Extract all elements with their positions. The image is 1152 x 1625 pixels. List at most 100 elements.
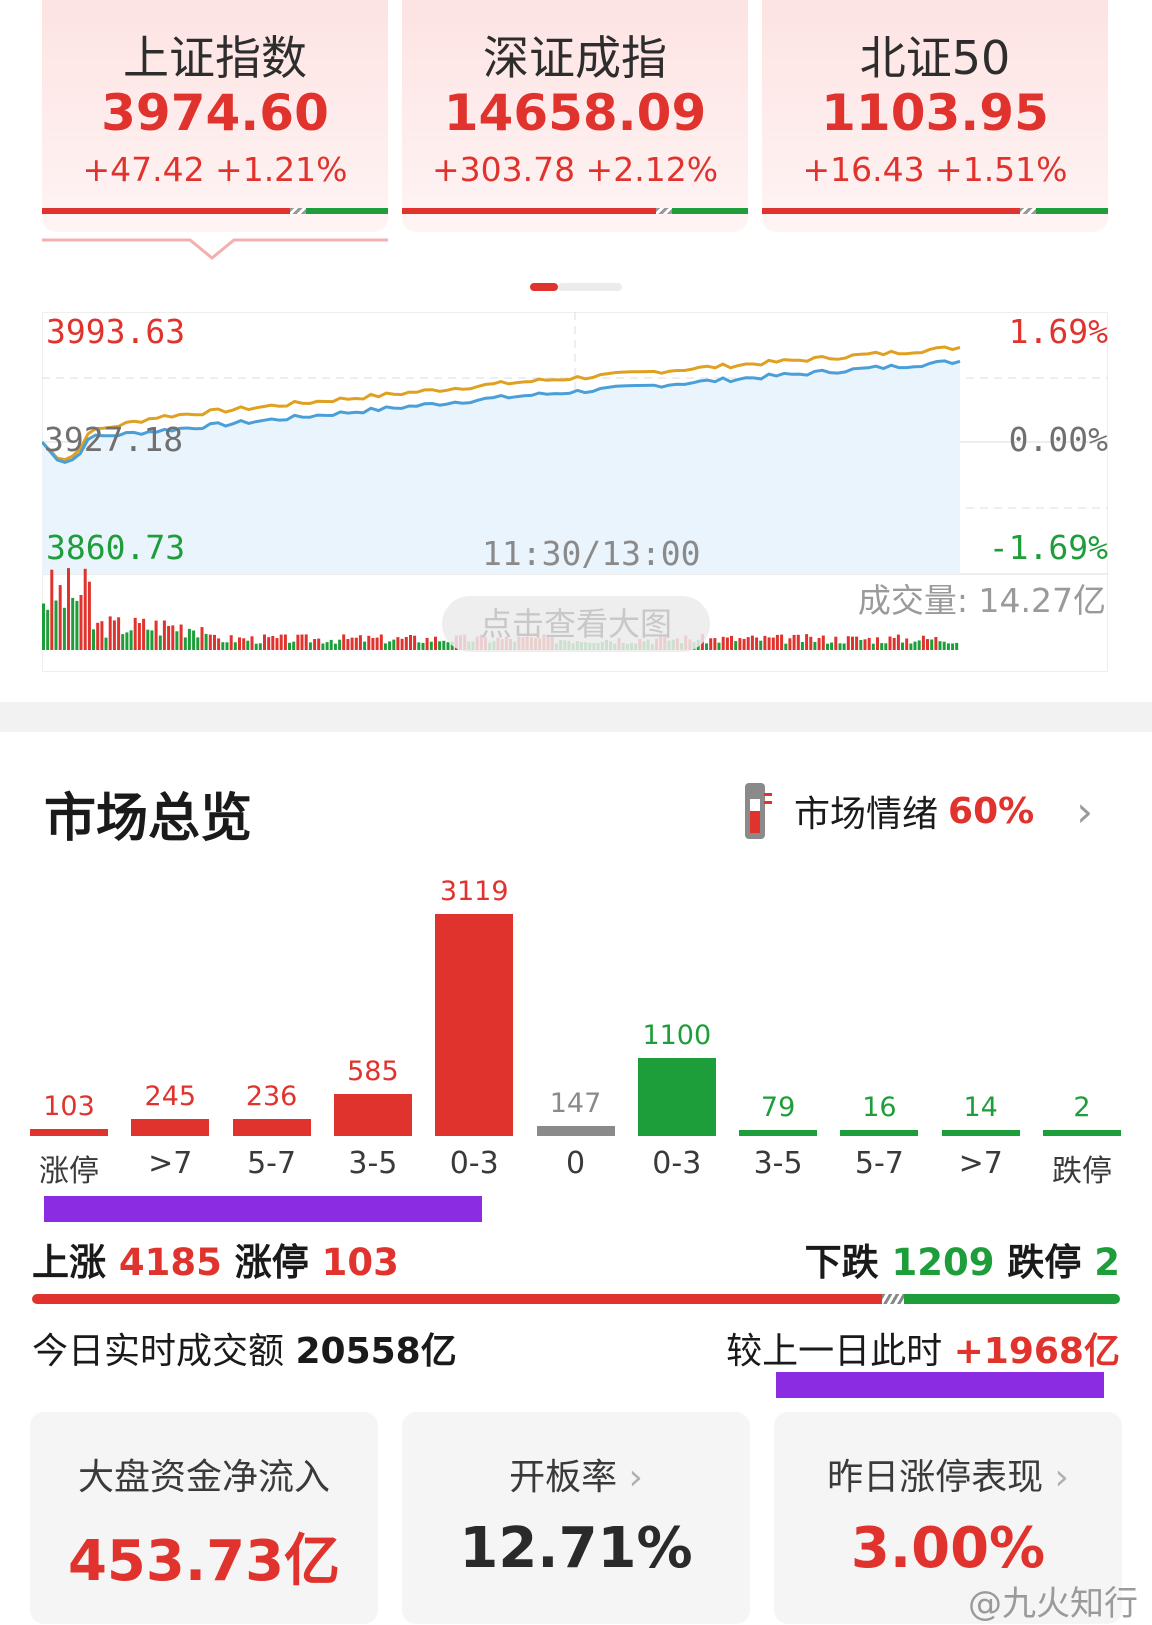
volume-bar bbox=[834, 636, 838, 650]
bar-value-label: 1100 bbox=[642, 1020, 712, 1051]
volume-bar bbox=[721, 636, 725, 650]
volume-bar bbox=[333, 643, 337, 650]
volume-bar bbox=[421, 642, 425, 650]
volume-bar bbox=[162, 620, 166, 650]
index-name: 上证指数 bbox=[123, 31, 307, 85]
volume-bar bbox=[296, 634, 300, 650]
volume-bar bbox=[254, 643, 258, 650]
volume-bar bbox=[946, 643, 950, 650]
volume-bar bbox=[142, 618, 146, 650]
volume-bar bbox=[83, 568, 87, 650]
volume-bar bbox=[771, 637, 775, 650]
pct-mid-label: 0.00% bbox=[1008, 420, 1108, 459]
volume-bar bbox=[267, 637, 271, 650]
market-mood-link[interactable]: 市场情绪 60% › bbox=[742, 776, 1093, 846]
volume-bar bbox=[54, 600, 58, 650]
volume-bar bbox=[838, 643, 842, 650]
bar-category-label: 3-5 bbox=[348, 1146, 398, 1181]
price-high-label: 3993.63 bbox=[46, 312, 186, 351]
volume-bar bbox=[292, 641, 296, 650]
volume-bar bbox=[221, 642, 225, 650]
volume-bar bbox=[279, 634, 283, 650]
volume-bar bbox=[383, 643, 387, 650]
bar-value-label: 585 bbox=[347, 1056, 399, 1087]
volume-bar bbox=[813, 641, 817, 650]
volume-bar bbox=[884, 643, 888, 650]
volume-bar bbox=[371, 638, 375, 650]
compare-label: 较上一日此时 bbox=[726, 1331, 943, 1372]
metric-title: 昨日涨停表现 bbox=[827, 1457, 1044, 1498]
decline-stats: 下跌 1209 跌停 2 bbox=[805, 1232, 1120, 1286]
volume-bar bbox=[288, 642, 291, 650]
pct-low-label: -1.69% bbox=[988, 528, 1108, 567]
volume-bar bbox=[901, 642, 904, 650]
metric-card-open-rate[interactable]: 开板率 › 12.71% bbox=[402, 1412, 750, 1624]
volume-bar bbox=[350, 637, 354, 650]
limit-down-label: 跌停 bbox=[1007, 1241, 1082, 1284]
bar-category-label: 0 bbox=[565, 1146, 586, 1181]
volume-bar bbox=[158, 635, 162, 650]
volume-bar bbox=[79, 595, 83, 650]
volume-bar bbox=[709, 638, 713, 650]
volume-bar bbox=[867, 637, 871, 650]
index-name: 北证50 bbox=[859, 31, 1011, 85]
volume-bar bbox=[905, 638, 909, 650]
volume-bar bbox=[888, 636, 892, 650]
volume-bar bbox=[738, 638, 742, 650]
volume-bar bbox=[42, 603, 45, 650]
volume-label: 成交量: 14.27亿 bbox=[857, 581, 1106, 620]
volume-bar bbox=[171, 625, 175, 650]
volume-bar bbox=[863, 639, 867, 650]
volume-bar bbox=[830, 642, 834, 650]
volume-bar bbox=[304, 634, 308, 650]
volume-bar bbox=[750, 635, 754, 650]
time-label: 11:30/13:00 bbox=[482, 534, 701, 573]
index-card-shanghai[interactable]: 上证指数 3974.60 +47.42 +1.21% bbox=[42, 0, 388, 232]
view-large-chart-button[interactable]: 点击查看大图 bbox=[442, 596, 710, 652]
volume-bar bbox=[179, 624, 183, 650]
bar-category-label: 0-3 bbox=[652, 1146, 702, 1181]
chevron-right-icon: › bbox=[617, 1457, 643, 1498]
annotation-highlight bbox=[776, 1372, 1104, 1398]
volume-bar bbox=[300, 634, 304, 650]
volume-bar bbox=[346, 639, 350, 650]
metric-card-net-inflow[interactable]: 大盘资金净流入 453.73亿 bbox=[30, 1412, 378, 1624]
volume-bar bbox=[805, 634, 809, 650]
bar bbox=[30, 1129, 108, 1136]
volume-bar bbox=[871, 643, 875, 650]
index-card-shenzhen[interactable]: 深证成指 14658.09 +303.78 +2.12% bbox=[402, 0, 748, 232]
bar-value-label: 245 bbox=[144, 1081, 197, 1112]
volume-bar bbox=[87, 581, 91, 650]
metric-value: 3.00% bbox=[850, 1516, 1046, 1581]
advance-decline-ratio-bar bbox=[32, 1294, 1120, 1304]
volume-bar bbox=[717, 642, 721, 650]
metric-value: 453.73亿 bbox=[67, 1529, 341, 1594]
metric-title: 大盘资金净流入 bbox=[77, 1457, 330, 1498]
volume-bar bbox=[800, 642, 804, 650]
volume-bar bbox=[434, 636, 437, 650]
volume-bar bbox=[388, 641, 392, 650]
volume-bar bbox=[876, 637, 879, 650]
bar-value-label: 3119 bbox=[439, 876, 509, 907]
volume-bar bbox=[325, 642, 329, 650]
index-ratio-bar bbox=[402, 208, 748, 214]
volume-bar bbox=[780, 634, 784, 650]
limit-up-count: 103 bbox=[321, 1241, 399, 1284]
volume-bar bbox=[442, 640, 446, 650]
volume-bar bbox=[896, 634, 900, 650]
index-change: +16.43 +1.51% bbox=[802, 150, 1068, 189]
volume-bar bbox=[734, 641, 738, 650]
volume-bar bbox=[725, 637, 729, 650]
volume-bar bbox=[851, 636, 854, 650]
index-value: 1103.95 bbox=[821, 84, 1049, 142]
volume-bar bbox=[934, 637, 938, 650]
volume-bar bbox=[246, 640, 250, 650]
thermometer-icon bbox=[745, 783, 772, 839]
selected-caret-icon bbox=[42, 238, 388, 260]
volume-bar bbox=[58, 585, 62, 650]
index-card-bse50[interactable]: 北证50 1103.95 +16.43 +1.51% bbox=[762, 0, 1108, 232]
bar bbox=[131, 1119, 210, 1136]
mood-label: 市场情绪 bbox=[794, 794, 939, 835]
volume-bar bbox=[250, 636, 254, 650]
volume-bar bbox=[705, 643, 708, 650]
